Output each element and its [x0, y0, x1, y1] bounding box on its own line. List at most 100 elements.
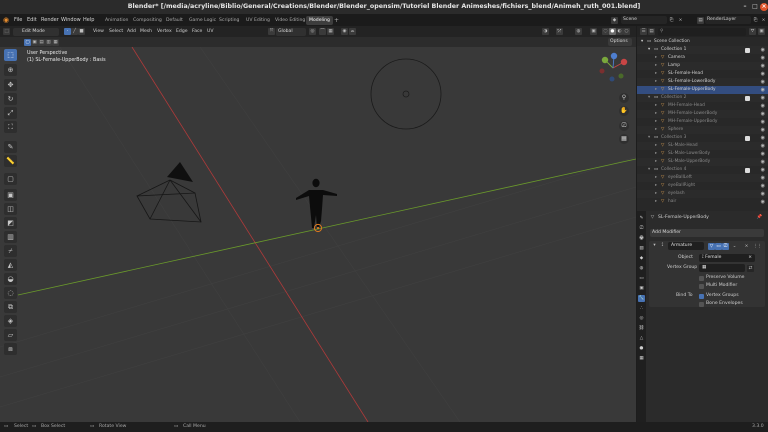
- invert-vertex-group-icon[interactable]: ⇄: [747, 264, 754, 272]
- outliner-collection-row[interactable]: ▾ ▭ Collection 2 ◉: [637, 94, 768, 102]
- outliner-object-row[interactable]: ▸ ▽ MH-Female-Head ◉: [637, 102, 768, 110]
- snap-target-icon[interactable]: ▦: [327, 28, 334, 35]
- menu-window[interactable]: Window: [61, 14, 81, 26]
- select-box-tool-icon[interactable]: ⬚: [4, 49, 17, 61]
- overlay-icon[interactable]: ◍: [575, 28, 582, 35]
- menu-select[interactable]: Select: [109, 26, 123, 37]
- expand-chevron-icon[interactable]: ▾: [641, 38, 643, 46]
- expand-chevron-icon[interactable]: ▸: [655, 54, 657, 62]
- exclude-checkbox[interactable]: [745, 167, 750, 173]
- outliner-object-row[interactable]: ▸ ▽ SL-Female-LowerBody ◉: [637, 78, 768, 86]
- eye-icon[interactable]: ◉: [761, 70, 765, 78]
- zoom-icon[interactable]: ⚲: [619, 93, 629, 103]
- bevel-tool-icon[interactable]: ◩: [4, 217, 17, 229]
- expand-chevron-icon[interactable]: ▾: [648, 166, 650, 174]
- exclude-checkbox[interactable]: [745, 135, 750, 141]
- character-object[interactable]: [296, 178, 337, 228]
- exclude-checkbox[interactable]: [745, 47, 750, 53]
- render-layer-selector[interactable]: RenderLayer: [705, 16, 751, 24]
- delete-scene-icon[interactable]: ×: [677, 17, 684, 24]
- expand-chevron-icon[interactable]: ▾: [648, 134, 650, 142]
- menu-help[interactable]: Help: [83, 14, 94, 26]
- eye-icon[interactable]: ◉: [761, 190, 765, 198]
- expand-chevron-icon[interactable]: ▸: [655, 110, 657, 118]
- expand-chevron-icon[interactable]: ▸: [655, 190, 657, 198]
- display-mode-icon[interactable]: ▤: [648, 28, 655, 35]
- lamp-object[interactable]: [370, 58, 442, 130]
- outliner-search-input[interactable]: ⚲: [658, 27, 746, 36]
- select-mode-extend-icon[interactable]: ▣: [31, 38, 38, 46]
- outliner-object-row[interactable]: ▸ ▽ SL-Male-Head ◉: [637, 142, 768, 150]
- expand-chevron-icon[interactable]: ▸: [655, 142, 657, 150]
- eye-icon[interactable]: ◉: [761, 102, 765, 110]
- filter-icon[interactable]: ⛛: [749, 28, 756, 35]
- scene-tab-icon[interactable]: ◆: [638, 255, 645, 262]
- proportional-falloff-icon[interactable]: ⌓: [349, 28, 356, 35]
- modifier-menu-icon[interactable]: ⌄: [731, 243, 738, 250]
- shear-tool-icon[interactable]: ▱: [4, 329, 17, 341]
- new-render-layer-icon[interactable]: ⎘: [752, 17, 759, 24]
- outliner-object-row[interactable]: ▸ ▽ Camera ◉: [637, 54, 768, 62]
- viewport-scene[interactable]: [0, 47, 636, 422]
- edit-mode-toggle-icon[interactable]: ▽: [708, 242, 715, 250]
- editor-type-icon[interactable]: ⬚: [3, 28, 10, 35]
- data-tab-icon[interactable]: △: [638, 335, 645, 342]
- rendered-shading-icon[interactable]: ○: [623, 28, 630, 35]
- tab-default[interactable]: Default: [163, 16, 186, 25]
- eye-icon[interactable]: ◉: [761, 198, 765, 206]
- modifier-name-field[interactable]: Armature: [668, 242, 704, 250]
- expand-chevron-icon[interactable]: ▸: [655, 102, 657, 110]
- menu-edge[interactable]: Edge: [176, 26, 188, 37]
- outliner-object-row[interactable]: ▸ ▽ SL-Female-Head ◉: [637, 70, 768, 78]
- poly-build-tool-icon[interactable]: ◭: [4, 259, 17, 271]
- material-shading-icon[interactable]: ◐: [616, 28, 623, 35]
- wireframe-shading-icon[interactable]: ◌: [602, 28, 609, 35]
- outliner-object-row[interactable]: ▸ ▽ eyeBallRight ◉: [637, 182, 768, 190]
- tab-animation[interactable]: Animation: [102, 16, 131, 25]
- object-tab-icon[interactable]: ▣: [638, 285, 645, 292]
- outliner-root-row[interactable]: ▾ ▭ Scene Collection: [637, 38, 768, 46]
- eye-icon[interactable]: ◉: [761, 94, 765, 102]
- eye-icon[interactable]: ◉: [761, 174, 765, 182]
- maximize-icon[interactable]: □: [751, 3, 759, 11]
- eye-icon[interactable]: ◉: [761, 166, 765, 174]
- tab-scripting[interactable]: Scripting: [216, 16, 242, 25]
- outliner-collection-row[interactable]: ▾ ▭ Collection 1 ◉: [637, 46, 768, 54]
- particles-tab-icon[interactable]: ∴: [638, 305, 645, 312]
- rotate-tool-icon[interactable]: ↻: [4, 93, 17, 105]
- tool-tab-icon[interactable]: ✎: [638, 215, 645, 222]
- outliner-object-row[interactable]: ▸ ▽ Lamp ◉: [637, 62, 768, 70]
- orientation-selector[interactable]: Global: [276, 27, 306, 36]
- knife-tool-icon[interactable]: ⌿: [4, 245, 17, 257]
- minimize-icon[interactable]: –: [741, 3, 749, 11]
- vertex-groups-checkbox[interactable]: [699, 293, 704, 299]
- armature-object-field[interactable]: ⟟ Female ×: [699, 254, 755, 262]
- xray-icon[interactable]: ▣: [590, 28, 597, 35]
- menu-render[interactable]: Render: [41, 14, 59, 26]
- expand-chevron-icon[interactable]: ▸: [655, 126, 657, 134]
- menu-add[interactable]: Add: [127, 26, 136, 37]
- snap-icon[interactable]: ⌒: [319, 28, 326, 35]
- options-dropdown[interactable]: Options: [608, 38, 632, 46]
- constraints-tab-icon[interactable]: ⛓: [638, 325, 645, 332]
- tab-video-editing[interactable]: Video Editing: [272, 16, 308, 25]
- expand-chevron-icon[interactable]: ▾: [648, 46, 650, 54]
- edge-slide-tool-icon[interactable]: ⧉: [4, 301, 17, 313]
- outliner-object-row[interactable]: ▸ ▽ Sphere ◉: [637, 126, 768, 134]
- loop-cut-tool-icon[interactable]: ▥: [4, 231, 17, 243]
- eye-icon[interactable]: ◉: [761, 86, 765, 94]
- solid-shading-icon[interactable]: ●: [609, 28, 616, 35]
- tab-modeling[interactable]: Modeling: [306, 15, 333, 25]
- menu-edit[interactable]: Edit: [27, 14, 37, 26]
- move-tool-icon[interactable]: ✥: [4, 79, 17, 91]
- select-mode-invert-icon[interactable]: ▥: [45, 38, 52, 46]
- menu-file[interactable]: File: [14, 14, 22, 26]
- preserve-volume-checkbox[interactable]: [699, 275, 704, 281]
- scene-selector[interactable]: Scene: [621, 16, 667, 24]
- mode-selector[interactable]: Edit Mode: [13, 27, 59, 36]
- spin-tool-icon[interactable]: ◒: [4, 273, 17, 285]
- outliner-object-row[interactable]: ▸ ▽ SL-Male-UpperBody ◉: [637, 158, 768, 166]
- menu-uv[interactable]: UV: [207, 26, 214, 37]
- menu-face[interactable]: Face: [192, 26, 202, 37]
- gizmo-icon[interactable]: ⤱: [556, 28, 563, 35]
